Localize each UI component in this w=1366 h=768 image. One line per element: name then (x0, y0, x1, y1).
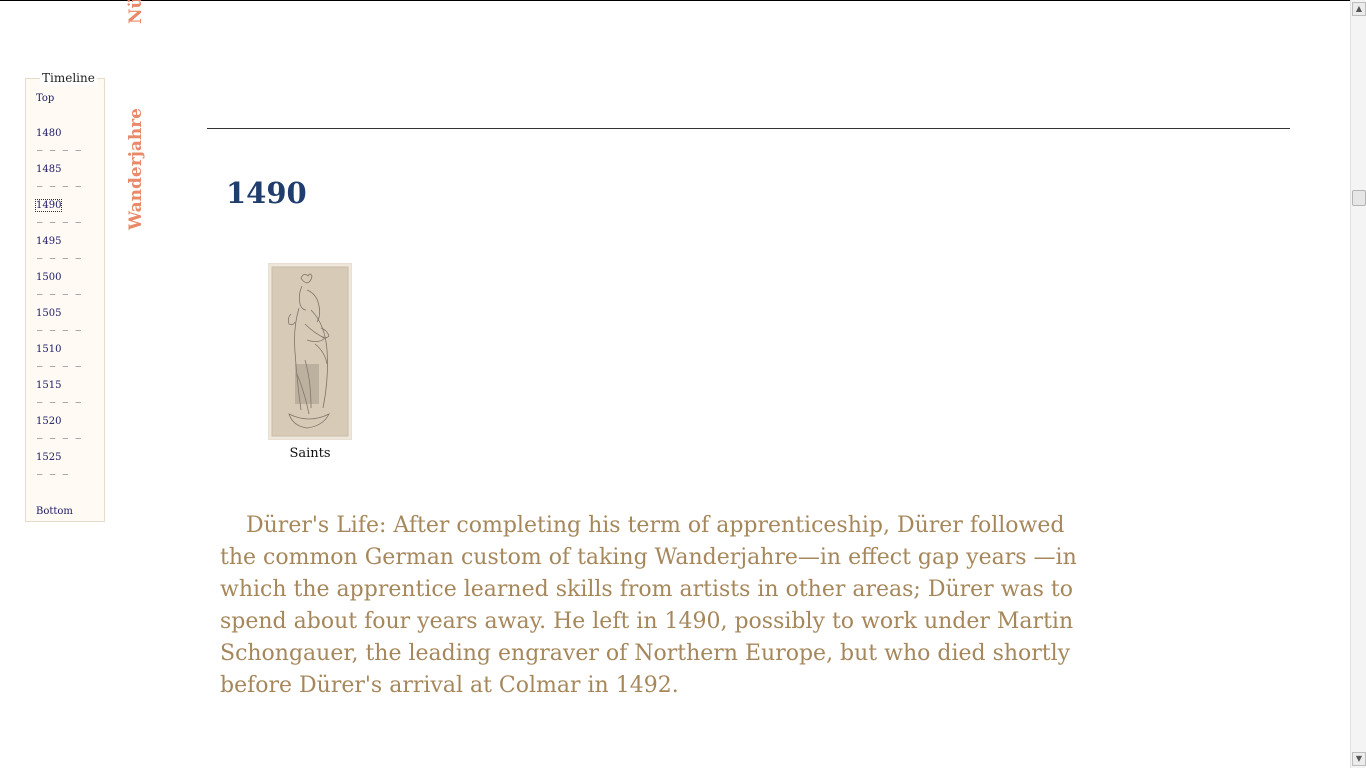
timeline-divider: — — — (37, 470, 70, 480)
timeline-year-1480[interactable]: 1480 (36, 128, 61, 139)
timeline-bottom-link[interactable]: Bottom (36, 506, 73, 517)
life-description: Dürer's Life: After completing his term … (220, 513, 1077, 698)
timeline-year-1495[interactable]: 1495 (36, 236, 61, 247)
timeline-year-1500[interactable]: 1500 (36, 272, 61, 283)
timeline-divider: — — — — (37, 434, 82, 444)
timeline-year-1515[interactable]: 1515 (36, 380, 61, 391)
timeline-nav: Timeline Top 1480 — — — — 1485 — — — — 1… (25, 71, 105, 522)
timeline-year-1510[interactable]: 1510 (36, 344, 61, 355)
timeline-divider: — — — — (37, 362, 82, 372)
timeline-year-1525[interactable]: 1525 (36, 452, 61, 463)
section-divider (207, 128, 1290, 129)
timeline-divider: — — — — (37, 326, 82, 336)
scroll-up-arrow-icon[interactable]: ▲ (1352, 2, 1366, 16)
artwork-thumbnail[interactable] (268, 263, 352, 440)
timeline-year-1520[interactable]: 1520 (36, 416, 61, 427)
scroll-down-arrow-icon[interactable]: ▼ (1352, 752, 1366, 766)
timeline-top-link[interactable]: Top (36, 93, 54, 104)
timeline-divider: — — — — (37, 182, 82, 192)
saint-drawing-image (271, 266, 349, 437)
section-label-previous: Nü (126, 0, 146, 24)
year-heading: 1490 (226, 176, 307, 210)
vertical-scrollbar[interactable]: ▲ ▼ (1350, 0, 1366, 768)
timeline-divider: — — — — (37, 290, 82, 300)
timeline-divider: — — — — (37, 146, 82, 156)
timeline-divider: — — — — (37, 218, 82, 228)
section-label-wanderjahre: Wanderjahre (126, 108, 146, 230)
artwork-caption[interactable]: Saints (270, 446, 350, 461)
top-border (0, 0, 1350, 1)
scrollbar-thumb[interactable] (1352, 189, 1366, 206)
timeline-divider: — — — — (37, 254, 82, 264)
timeline-divider: — — — — (37, 398, 82, 408)
timeline-year-1505[interactable]: 1505 (36, 308, 61, 319)
timeline-year-1485[interactable]: 1485 (36, 164, 61, 175)
timeline-legend: Timeline (40, 71, 97, 85)
timeline-year-1490[interactable]: 1490 (34, 199, 63, 212)
